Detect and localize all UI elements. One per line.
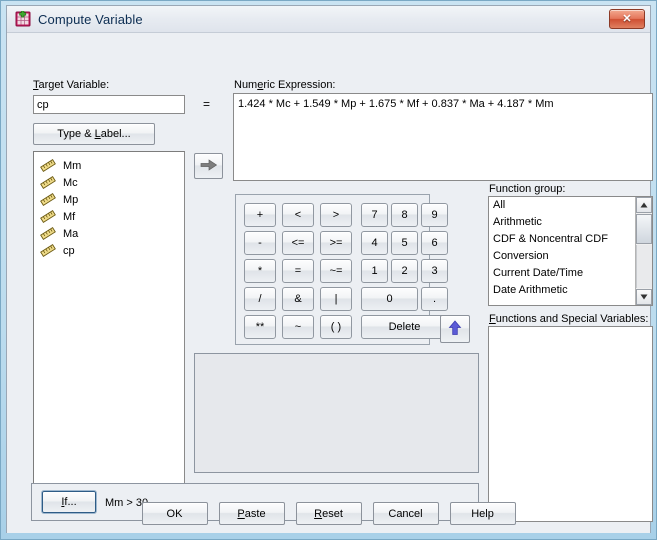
- arrow-up-icon: [448, 319, 462, 339]
- scale-ruler-icon: [40, 227, 56, 240]
- move-to-expression-button[interactable]: [194, 153, 223, 179]
- key-5[interactable]: 5: [391, 231, 418, 255]
- key-or[interactable]: |: [320, 287, 352, 311]
- scale-ruler-icon: [40, 176, 56, 189]
- spss-compute-icon: [15, 10, 31, 27]
- functions-list-label: Functions and Special Variables:: [489, 313, 649, 325]
- title-bar: Compute Variable ✕: [7, 6, 650, 33]
- key-minus[interactable]: -: [244, 231, 276, 255]
- scroll-down-button[interactable]: [636, 289, 652, 305]
- paste-button[interactable]: Paste: [218, 502, 285, 525]
- list-item-label: Mp: [63, 193, 79, 206]
- list-item[interactable]: Mm: [34, 157, 184, 174]
- key-1[interactable]: 1: [361, 259, 388, 283]
- key-divide[interactable]: /: [244, 287, 276, 311]
- function-group-scrollbar[interactable]: [635, 197, 652, 305]
- dialog-footer: OK Paste Reset Cancel Help: [7, 502, 650, 525]
- calculator-keypad: + < > 7 8 9 - <= >= 4 5 6 * = ~= 1 2 3 /…: [235, 194, 448, 345]
- arrow-right-icon: [200, 158, 218, 175]
- chevron-up-icon: [640, 199, 648, 211]
- key-not-equal[interactable]: ~=: [320, 259, 352, 283]
- key-8[interactable]: 8: [391, 203, 418, 227]
- close-button[interactable]: ✕: [609, 9, 645, 29]
- list-item[interactable]: Mf: [34, 208, 184, 225]
- key-power[interactable]: **: [244, 315, 276, 339]
- dialog-body: Target Variable: = Type & Label...: [7, 33, 653, 533]
- list-item[interactable]: cp: [34, 242, 184, 259]
- paste-button-text: Paste: [237, 507, 266, 520]
- function-group-label: Function group:: [489, 183, 566, 195]
- reset-button[interactable]: Reset: [295, 502, 362, 525]
- key-3[interactable]: 3: [421, 259, 448, 283]
- list-item[interactable]: All: [489, 197, 652, 214]
- expression-scratch-panel: [194, 353, 479, 473]
- list-item[interactable]: Conversion: [489, 248, 652, 265]
- window-inner: Compute Variable ✕ Target Variable: = Ty…: [6, 5, 653, 533]
- key-9[interactable]: 9: [421, 203, 448, 227]
- key-less-equal[interactable]: <=: [282, 231, 314, 255]
- list-item[interactable]: CDF & Noncentral CDF: [489, 231, 652, 248]
- cancel-button[interactable]: Cancel: [372, 502, 439, 525]
- scale-ruler-icon: [40, 210, 56, 223]
- list-item-label: Ma: [63, 227, 79, 240]
- list-item-label: Mf: [63, 210, 76, 223]
- ok-button[interactable]: OK: [141, 502, 208, 525]
- key-plus[interactable]: +: [244, 203, 276, 227]
- key-6[interactable]: 6: [421, 231, 448, 255]
- key-and[interactable]: &: [282, 287, 314, 311]
- list-item[interactable]: Current Date/Time: [489, 265, 652, 282]
- scale-ruler-icon: [40, 193, 56, 206]
- list-item-label: cp: [63, 244, 75, 257]
- list-item[interactable]: Arithmetic: [489, 214, 652, 231]
- numeric-expression-input[interactable]: 1.424 * Mc + 1.549 * Mp + 1.675 * Mf + 0…: [233, 93, 653, 181]
- key-decimal-point[interactable]: .: [421, 287, 448, 311]
- key-2[interactable]: 2: [391, 259, 418, 283]
- key-4[interactable]: 4: [361, 231, 388, 255]
- key-parentheses[interactable]: ( ): [320, 315, 352, 339]
- help-button[interactable]: Help: [449, 502, 516, 525]
- equals-sign: =: [203, 97, 211, 111]
- function-group-list[interactable]: All Arithmetic CDF & Noncentral CDF Conv…: [488, 196, 653, 306]
- key-greater-than[interactable]: >: [320, 203, 352, 227]
- type-and-label-button[interactable]: Type & Label...: [33, 123, 155, 145]
- variable-list[interactable]: Mm Mc Mp Mf Ma cp: [33, 151, 185, 493]
- target-variable-input[interactable]: [33, 95, 185, 114]
- target-variable-label: Target Variable:: [33, 79, 110, 91]
- key-greater-equal[interactable]: >=: [320, 231, 352, 255]
- scrollbar-thumb[interactable]: [636, 214, 652, 244]
- scale-ruler-icon: [40, 159, 56, 172]
- key-delete[interactable]: Delete: [361, 315, 448, 339]
- list-item[interactable]: Date Arithmetic: [489, 282, 652, 299]
- list-item-label: Mc: [63, 176, 78, 189]
- key-multiply[interactable]: *: [244, 259, 276, 283]
- key-7[interactable]: 7: [361, 203, 388, 227]
- key-not[interactable]: ~: [282, 315, 314, 339]
- scroll-up-button[interactable]: [636, 197, 652, 213]
- insert-function-button[interactable]: [440, 315, 470, 343]
- numeric-expression-label: Numeric Expression:: [234, 79, 336, 91]
- key-equals[interactable]: =: [282, 259, 314, 283]
- chevron-down-icon: [640, 291, 648, 303]
- list-item[interactable]: Mp: [34, 191, 184, 208]
- functions-and-special-variables-list[interactable]: [488, 326, 653, 522]
- type-and-label-button-text: Type & Label...: [57, 128, 131, 140]
- close-icon: ✕: [622, 12, 632, 25]
- compute-variable-window: Compute Variable ✕ Target Variable: = Ty…: [0, 0, 657, 540]
- scrollbar-track[interactable]: [636, 245, 652, 288]
- list-item-label: Mm: [63, 159, 82, 172]
- window-title: Compute Variable: [38, 11, 143, 27]
- key-less-than[interactable]: <: [282, 203, 314, 227]
- reset-button-text: Reset: [314, 507, 343, 520]
- scale-ruler-icon: [40, 244, 56, 257]
- key-0[interactable]: 0: [361, 287, 418, 311]
- list-item[interactable]: Mc: [34, 174, 184, 191]
- list-item[interactable]: Ma: [34, 225, 184, 242]
